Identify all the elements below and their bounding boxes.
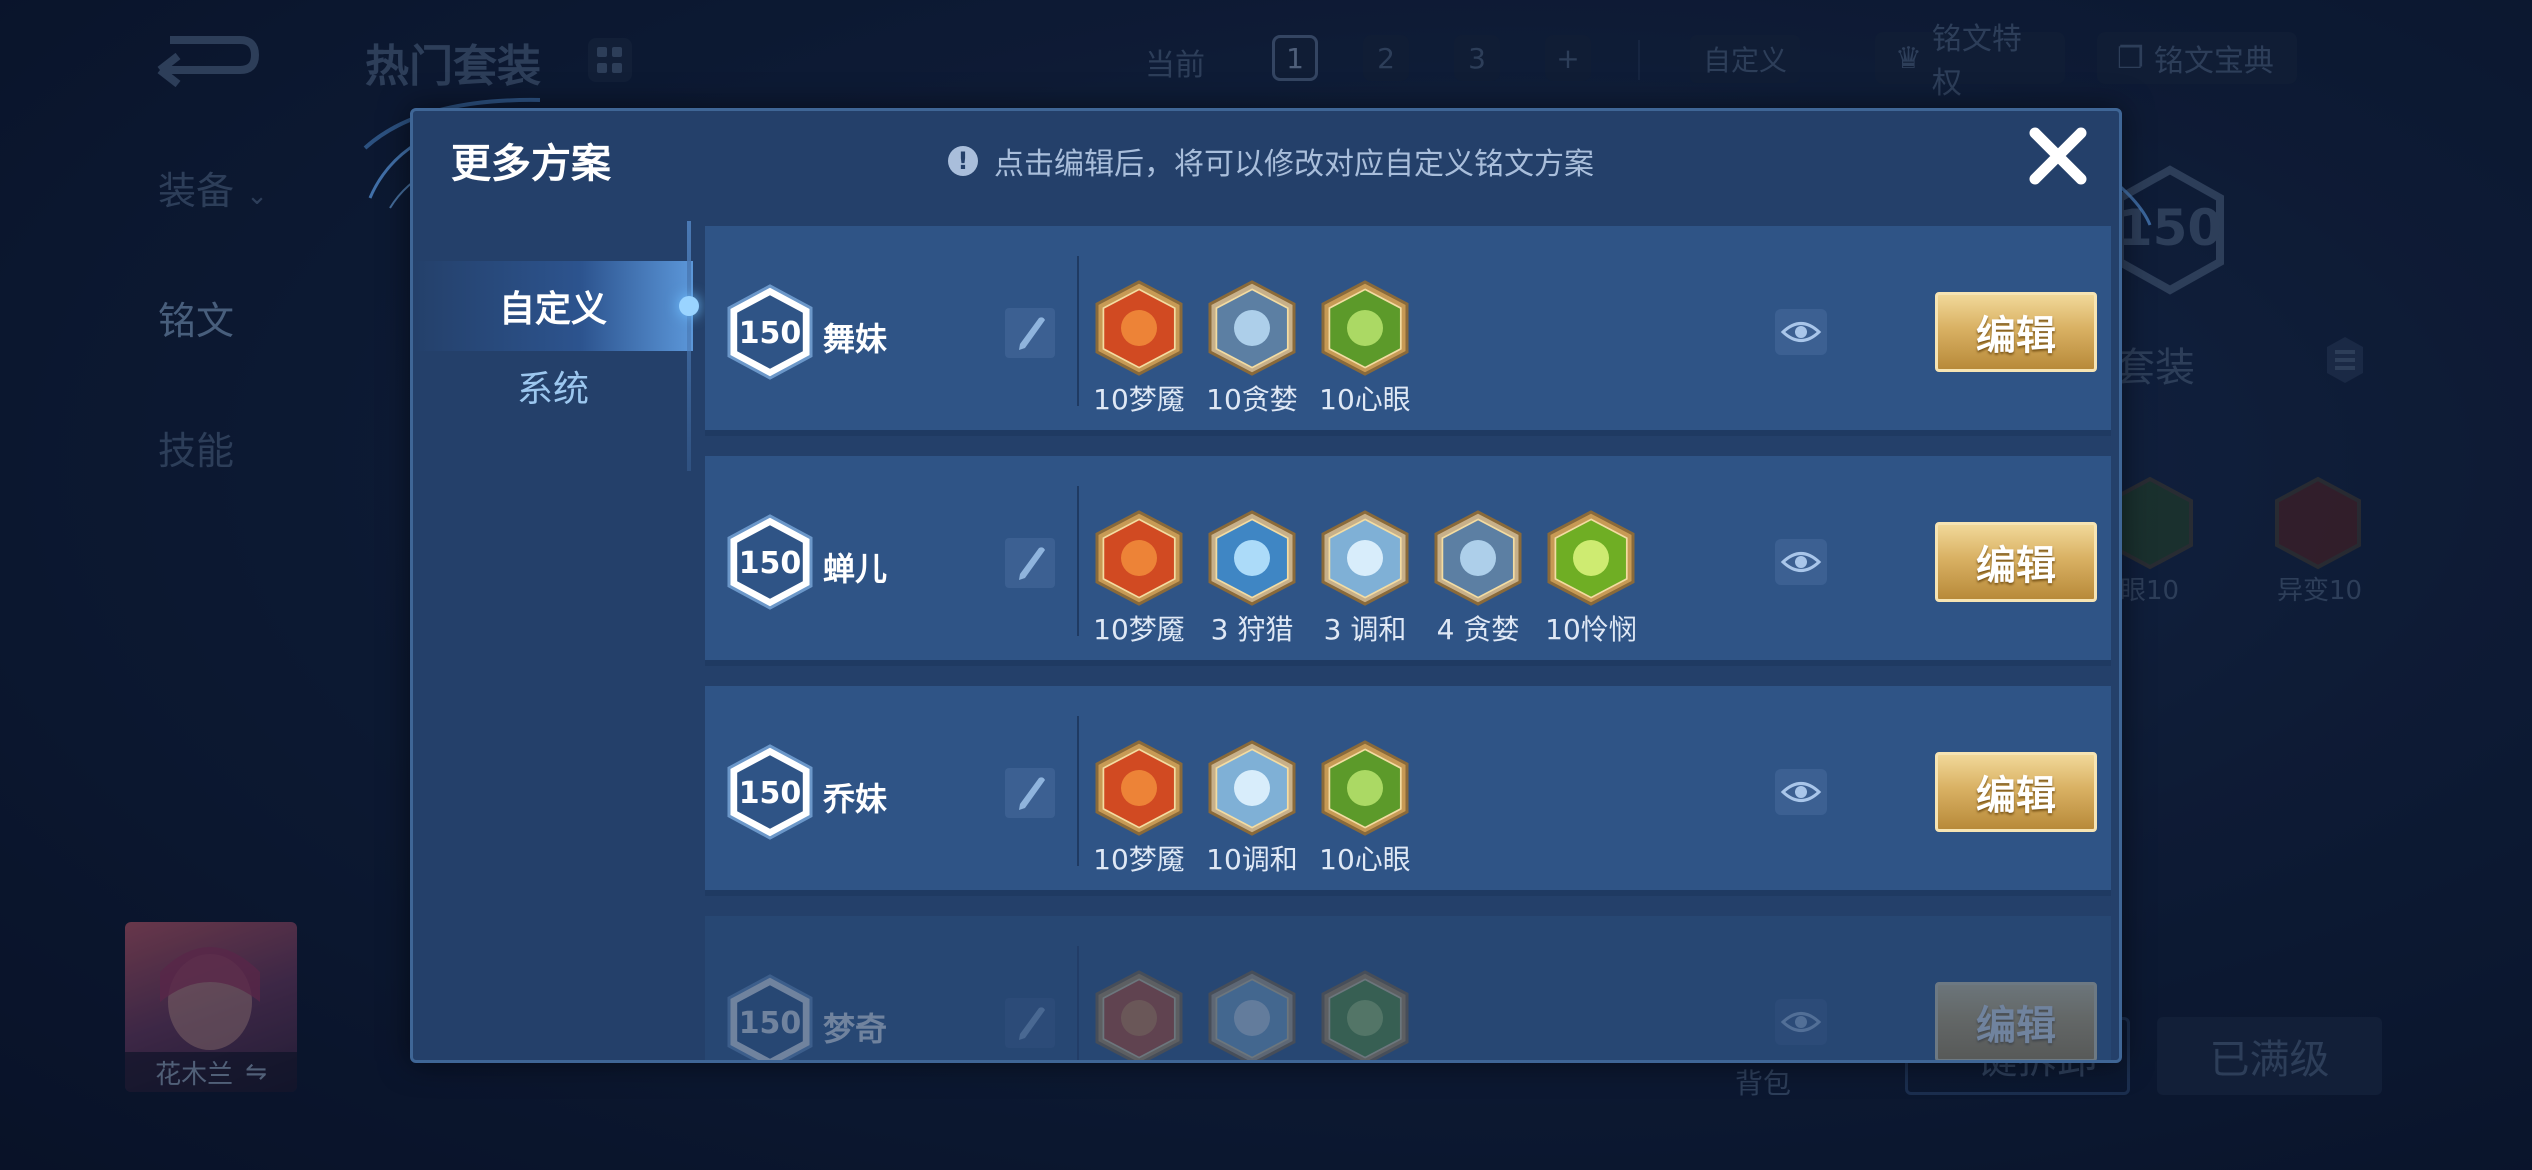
rune-label: 10梦魇 [1093, 613, 1185, 646]
greed-rune-blue-icon[interactable] [1432, 508, 1524, 608]
rune-label: 10心眼 [1319, 383, 1411, 416]
modal-header: 更多方案 ! 点击编辑后，将可以修改对应自定义铭文方案 [413, 111, 2119, 221]
harmony-rune-blue-icon[interactable] [1206, 968, 1298, 1060]
plan-name: 舞妹 [823, 320, 888, 358]
plan-name: 梦奇 [823, 1010, 888, 1048]
edit-button[interactable]: 编辑 [1935, 982, 2097, 1060]
preview-button[interactable] [1775, 539, 1827, 585]
divider [1077, 486, 1079, 636]
plan-level: 150 [739, 1006, 802, 1041]
plan-level: 150 [739, 546, 802, 581]
level-badge-icon: 150 [727, 744, 813, 840]
hint-text: 点击编辑后，将可以修改对应自定义铭文方案 [994, 147, 1594, 182]
tab-indicator-line [687, 221, 691, 471]
preview-button[interactable] [1775, 309, 1827, 355]
pen-icon [1019, 777, 1045, 810]
eye-icon [1780, 782, 1822, 802]
modal-title: 更多方案 [451, 141, 611, 187]
dream-demon-rune-red-icon[interactable] [1093, 508, 1185, 608]
close-icon[interactable] [2023, 121, 2093, 191]
rune-label: 10调和 [1206, 843, 1298, 876]
preview-button[interactable] [1775, 999, 1827, 1045]
plan-row: 150 梦奇 编辑 [705, 916, 2111, 1060]
pen-icon [1019, 317, 1045, 350]
level-badge-icon: 150 [727, 974, 813, 1060]
tab-system[interactable]: 系统 [413, 341, 693, 431]
tab-custom[interactable]: 自定义 [413, 261, 693, 351]
pen-icon [1019, 547, 1045, 580]
rune-label: 3 狩猎 [1210, 613, 1294, 646]
heart-eye-rune-green-icon[interactable] [1319, 738, 1411, 838]
level-badge-icon: 150 [727, 514, 813, 610]
more-plans-modal: 更多方案 ! 点击编辑后，将可以修改对应自定义铭文方案 自定义 系统 150 舞妹… [410, 108, 2122, 1063]
divider [1077, 716, 1079, 866]
rune-label: 4 贪婪 [1436, 613, 1520, 646]
mercy-rune-green-icon[interactable] [1545, 508, 1637, 608]
rename-button[interactable] [1005, 998, 1055, 1048]
harmony-rune-blue-icon[interactable] [1206, 738, 1298, 838]
plan-name: 蝉儿 [823, 550, 888, 588]
edit-button[interactable]: 编辑 [1935, 522, 2097, 602]
hunt-rune-blue-icon[interactable] [1206, 508, 1298, 608]
harmony-rune-blue-icon[interactable] [1319, 508, 1411, 608]
plan-row: 150 舞妹 10梦魇 10贪婪 10心眼 编辑 [705, 226, 2111, 436]
plan-row: 150 乔妹 10梦魇 10调和 10心眼 编辑 [705, 686, 2111, 896]
plan-level: 150 [739, 316, 802, 351]
tab-indicator-dot [679, 296, 699, 316]
pen-icon [1019, 1007, 1045, 1040]
rename-button[interactable] [1005, 538, 1055, 588]
plan-level: 150 [739, 776, 802, 811]
rename-button[interactable] [1005, 308, 1055, 358]
greed-rune-blue-icon[interactable] [1206, 278, 1298, 378]
eye-icon [1780, 322, 1822, 342]
rune-label: 10心眼 [1319, 843, 1411, 876]
rename-button[interactable] [1005, 768, 1055, 818]
edit-button[interactable]: 编辑 [1935, 752, 2097, 832]
heart-eye-rune-green-icon[interactable] [1319, 278, 1411, 378]
plan-name: 乔妹 [823, 780, 888, 818]
dream-demon-rune-red-icon[interactable] [1093, 738, 1185, 838]
rune-label: 3 调和 [1323, 613, 1407, 646]
preview-button[interactable] [1775, 769, 1827, 815]
eye-icon [1780, 552, 1822, 572]
eye-icon [1780, 1012, 1822, 1032]
dream-demon-rune-red-icon[interactable] [1093, 278, 1185, 378]
plan-type-tabs: 自定义 系统 [413, 221, 699, 1060]
rune-label: 10贪婪 [1206, 383, 1298, 416]
rune-label: 10梦魇 [1093, 383, 1185, 416]
rune-label: 10梦魇 [1093, 843, 1185, 876]
divider [1077, 946, 1079, 1060]
plan-row: 150 蝉儿 10梦魇 3 狩猎 3 调和 4 贪婪 10怜悯 编辑 [705, 456, 2111, 666]
edit-button[interactable]: 编辑 [1935, 292, 2097, 372]
plan-list[interactable]: 150 舞妹 10梦魇 10贪婪 10心眼 编辑 150 蝉儿 10梦魇 3 狩猎 3 调和 4 贪婪… [705, 226, 2111, 1060]
dream-demon-rune-red-icon[interactable] [1093, 968, 1185, 1060]
info-icon: ! [948, 146, 978, 176]
hint: ! 点击编辑后，将可以修改对应自定义铭文方案 [948, 139, 1594, 183]
heart-eye-rune-green-icon[interactable] [1319, 968, 1411, 1060]
level-badge-icon: 150 [727, 284, 813, 380]
divider [1077, 256, 1079, 406]
rune-label: 10怜悯 [1545, 613, 1637, 646]
